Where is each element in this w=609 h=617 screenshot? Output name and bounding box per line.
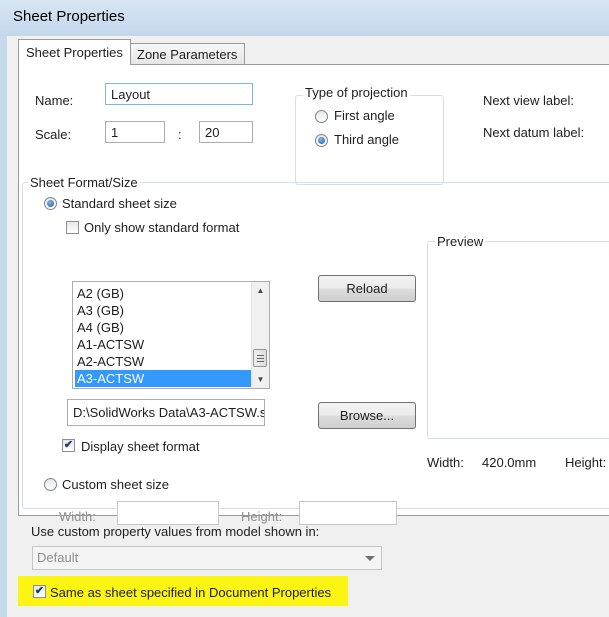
preview-group-title: Preview <box>435 234 486 249</box>
custom-size-label[interactable]: Custom sheet size <box>62 477 169 492</box>
chevron-down-icon[interactable] <box>365 556 375 561</box>
standard-size-label[interactable]: Standard sheet size <box>62 196 177 211</box>
display-format-label[interactable]: Display sheet format <box>81 439 200 454</box>
reload-button[interactable]: Reload <box>318 275 416 302</box>
custom-width-label: Width: <box>59 509 96 524</box>
list-item[interactable]: A4 (GB) <box>75 319 252 336</box>
custom-size-radio[interactable] <box>44 478 57 491</box>
list-item[interactable]: A3 (GB) <box>75 302 252 319</box>
sheet-format-group-title: Sheet Format/Size <box>28 175 140 190</box>
scale-separator: : <box>178 127 182 142</box>
next-datum-label: Next datum label: <box>483 125 585 140</box>
sheet-format-listbox[interactable]: A2 (GB) A3 (GB) A4 (GB) A1-ACTSW A2-ACTS… <box>72 281 270 389</box>
preview-width-label: Width: <box>427 455 464 470</box>
scale-denominator-input[interactable]: 20 <box>199 121 253 143</box>
preview-height-label: Height: <box>565 455 607 470</box>
list-item[interactable]: A2 (GB) <box>75 285 252 302</box>
tab-sheet-properties[interactable]: Sheet Properties <box>18 39 131 65</box>
first-angle-radio[interactable] <box>315 110 328 123</box>
third-angle-radio[interactable] <box>315 134 328 147</box>
only-standard-label[interactable]: Only show standard format <box>84 220 239 235</box>
list-item[interactable]: A1-ACTSW <box>75 336 252 353</box>
same-as-sheet-label[interactable]: Same as sheet specified in Document Prop… <box>50 585 331 600</box>
same-as-sheet-checkbox[interactable]: ✔ <box>33 585 46 598</box>
custom-height-label: Height: <box>241 509 283 524</box>
browse-button[interactable]: Browse... <box>318 402 416 429</box>
preview-group <box>427 241 609 439</box>
window-title: Sheet Properties <box>13 8 125 25</box>
custom-property-combo[interactable]: Default <box>32 546 382 570</box>
scale-label: Scale: <box>35 127 72 142</box>
sheet-properties-dialog: Sheet Properties Zone Parameters Name: L… <box>7 36 609 617</box>
name-label: Name: <box>35 93 74 108</box>
scroll-down-icon[interactable]: ▼ <box>252 371 269 388</box>
standard-size-radio[interactable] <box>44 197 57 210</box>
scroll-thumb[interactable] <box>253 349 267 367</box>
title-bar: Sheet Properties <box>0 0 609 37</box>
display-format-checkbox[interactable]: ✔ <box>62 439 75 452</box>
listbox-scrollbar[interactable]: ▲ ▼ <box>251 282 269 388</box>
list-item[interactable]: A2-ACTSW <box>75 353 252 370</box>
preview-width-value: 420.0mm <box>482 455 537 470</box>
custom-property-combo-value: Default <box>37 550 79 565</box>
custom-width-input[interactable] <box>117 501 219 525</box>
only-standard-checkbox[interactable] <box>66 221 79 234</box>
scroll-up-icon[interactable]: ▲ <box>252 282 269 299</box>
name-input[interactable]: Layout <box>105 83 253 105</box>
tab-panel: Name: Layout Scale: 1 : 20 Type of proje… <box>18 64 609 525</box>
tab-zone-parameters[interactable]: Zone Parameters <box>129 43 246 66</box>
format-path-input[interactable]: D:\SolidWorks Data\A3-ACTSW.s <box>67 399 265 426</box>
custom-property-label: Use custom property values from model sh… <box>31 524 320 539</box>
projection-group-title: Type of projection <box>303 85 410 100</box>
first-angle-label[interactable]: First angle <box>334 108 395 123</box>
list-item-selected[interactable]: A3-ACTSW <box>75 370 252 387</box>
third-angle-label[interactable]: Third angle <box>334 132 399 147</box>
next-view-label: Next view label: <box>483 93 575 108</box>
custom-height-input[interactable] <box>299 501 397 525</box>
window-frame-left <box>0 36 7 617</box>
scale-numerator-input[interactable]: 1 <box>105 121 165 143</box>
